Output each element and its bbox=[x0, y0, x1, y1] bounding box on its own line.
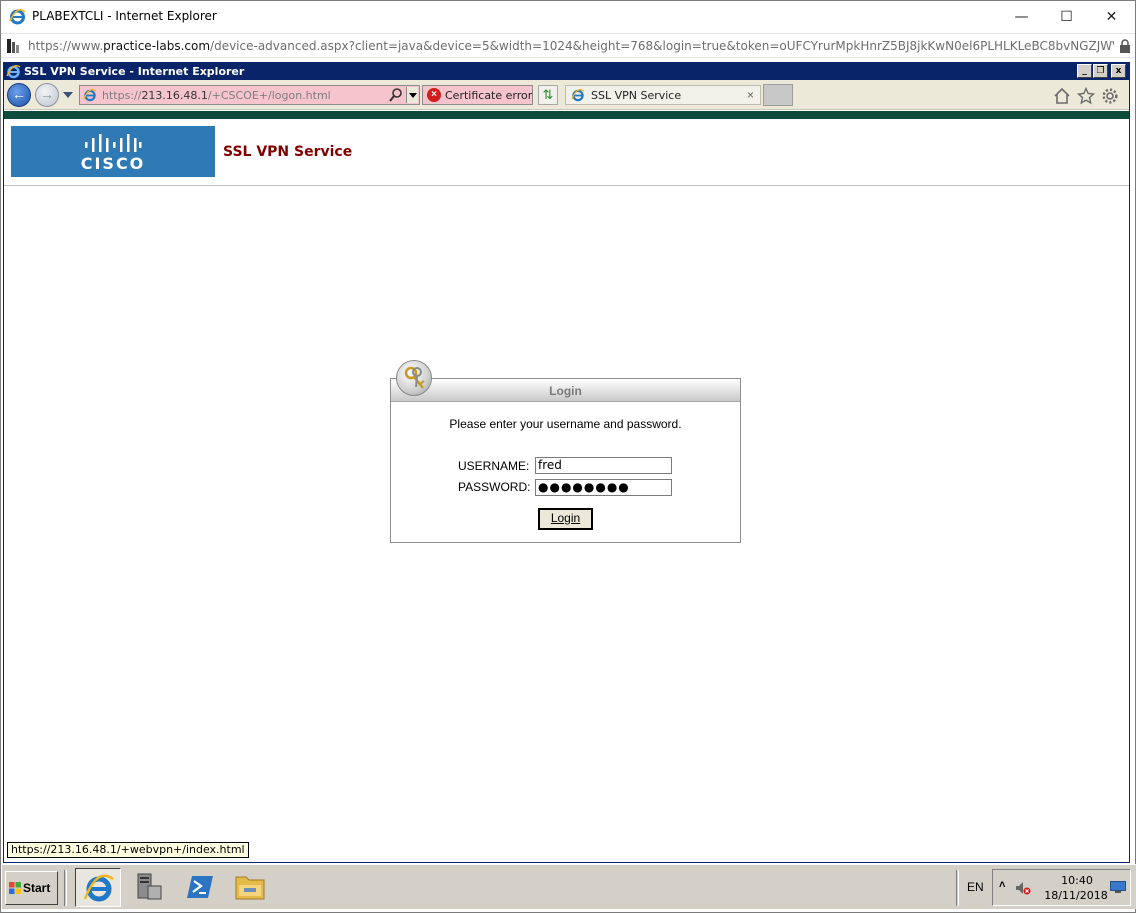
notification-area: ˄ 10:40 18/11/2018 bbox=[992, 869, 1131, 906]
maximize-button[interactable]: ☐ bbox=[1044, 1, 1089, 32]
home-icon[interactable] bbox=[1053, 87, 1071, 105]
clock-time[interactable]: 10:40 bbox=[1047, 874, 1107, 887]
address-dropdown-button[interactable] bbox=[406, 87, 418, 103]
back-button[interactable]: ← bbox=[7, 83, 31, 107]
forward-button[interactable]: → bbox=[35, 83, 59, 107]
ie-logo-icon bbox=[9, 9, 26, 25]
cisco-bars-icon bbox=[85, 134, 142, 152]
certificate-error-label: Certificate error bbox=[445, 89, 533, 102]
page-header: CISCO SSL VPN Service bbox=[4, 119, 1129, 186]
login-panel: Login Please enter your username and pas… bbox=[390, 378, 741, 543]
tray-separator bbox=[956, 870, 959, 906]
practice-labs-icon bbox=[7, 39, 19, 53]
login-button-label: Login bbox=[550, 511, 581, 525]
certificate-error-icon: × bbox=[427, 88, 441, 102]
toolbar-divider-stripe bbox=[4, 111, 1129, 119]
windows-flag-icon bbox=[9, 882, 21, 894]
internet-explorer-icon bbox=[83, 874, 114, 902]
status-bar-url: https://213.16.48.1/+webvpn+/index.html bbox=[7, 842, 249, 858]
show-hidden-icons-chevron-icon[interactable]: ˄ bbox=[999, 879, 1005, 891]
page-content: CISCO SSL VPN Service Login Please enter… bbox=[4, 119, 1129, 862]
inner-url-domain: 213.16.48.1 bbox=[141, 89, 208, 102]
clock-date[interactable]: 18/11/2018 bbox=[1041, 889, 1111, 902]
favorites-star-icon[interactable] bbox=[1077, 87, 1095, 105]
show-desktop-icon[interactable] bbox=[1110, 881, 1126, 893]
inner-minimize-button[interactable]: _ bbox=[1077, 64, 1092, 78]
ie-logo-icon bbox=[6, 64, 21, 79]
server-manager-icon bbox=[137, 873, 162, 900]
service-title: SSL VPN Service bbox=[223, 144, 353, 160]
login-panel-title: Login bbox=[549, 384, 582, 398]
recent-pages-dropdown[interactable] bbox=[63, 92, 73, 98]
inner-restore-button[interactable]: ❐ bbox=[1093, 64, 1108, 78]
close-button[interactable]: ✕ bbox=[1089, 1, 1134, 32]
login-button[interactable]: Login bbox=[538, 508, 593, 530]
tab-ie-icon bbox=[571, 89, 585, 102]
keys-icon bbox=[396, 360, 432, 396]
language-indicator[interactable]: EN bbox=[967, 880, 984, 894]
system-tray: EN ˄ 10:40 18/11/2018 bbox=[956, 869, 1132, 906]
outer-address-bar[interactable]: https://www.practice-labs.com/device-adv… bbox=[1, 33, 1135, 58]
refresh-icon: ⇅ bbox=[542, 87, 554, 102]
login-panel-header: Login bbox=[391, 379, 740, 402]
cisco-wordmark: CISCO bbox=[80, 154, 146, 173]
username-field[interactable]: fred bbox=[535, 457, 672, 474]
start-label: Start bbox=[23, 881, 51, 895]
inner-title-bar: SSL VPN Service - Internet Explorer _ ❐ … bbox=[4, 63, 1129, 80]
password-label: PASSWORD: bbox=[458, 480, 531, 494]
refresh-button[interactable]: ⇅ bbox=[538, 85, 558, 105]
start-button[interactable]: Start bbox=[5, 871, 58, 905]
powershell-icon bbox=[187, 876, 213, 898]
gear-icon[interactable] bbox=[1101, 87, 1119, 105]
inner-url-prefix: https:// bbox=[102, 89, 142, 102]
taskbar-file-explorer[interactable] bbox=[227, 868, 273, 907]
outer-url-prefix: https://www. bbox=[28, 39, 104, 53]
back-arrow-icon: ← bbox=[12, 86, 26, 102]
tab-ssl-vpn-service[interactable]: SSL VPN Service × bbox=[565, 85, 761, 105]
outer-browser-window: PLABEXTCLI - Internet Explorer — ☐ ✕ htt… bbox=[0, 0, 1136, 913]
folder-icon bbox=[235, 876, 265, 900]
outer-title-bar: PLABEXTCLI - Internet Explorer — ☐ ✕ bbox=[1, 1, 1135, 32]
password-field[interactable]: ●●●●●●●● bbox=[535, 479, 672, 496]
outer-window-title: PLABEXTCLI - Internet Explorer bbox=[32, 9, 217, 23]
new-tab-button[interactable] bbox=[763, 84, 793, 106]
login-message: Please enter your username and password. bbox=[449, 417, 682, 431]
taskbar-server-manager[interactable] bbox=[126, 868, 172, 907]
tab-close-icon[interactable]: × bbox=[747, 88, 754, 102]
taskbar-internet-explorer[interactable] bbox=[75, 868, 121, 907]
lock-icon[interactable] bbox=[1119, 39, 1131, 53]
outer-url[interactable]: https://www.practice-labs.com/device-adv… bbox=[28, 39, 1114, 53]
inner-browser-window: SSL VPN Service - Internet Explorer _ ❐ … bbox=[3, 62, 1130, 863]
outer-url-rest: /device-advanced.aspx?client=java&device… bbox=[210, 39, 1114, 53]
inner-window-title: SSL VPN Service - Internet Explorer bbox=[24, 65, 245, 78]
inner-address-bar[interactable]: https://213.16.48.1/+CSCOE+/logon.html bbox=[79, 85, 420, 105]
outer-url-domain: practice-labs.com bbox=[103, 39, 211, 53]
inner-url-path: /+CSCOE+/logon.html bbox=[207, 89, 331, 102]
page-ie-icon bbox=[83, 89, 97, 102]
username-label: USERNAME: bbox=[458, 459, 530, 473]
volume-muted-icon[interactable] bbox=[1015, 881, 1031, 895]
inner-close-button[interactable]: x bbox=[1111, 64, 1126, 78]
certificate-error-button[interactable]: × Certificate error bbox=[422, 85, 533, 105]
cisco-logo: CISCO bbox=[11, 126, 215, 177]
tab-title: SSL VPN Service bbox=[591, 89, 682, 102]
search-icon[interactable] bbox=[389, 87, 404, 103]
inner-url[interactable]: https://213.16.48.1/+CSCOE+/logon.html bbox=[102, 89, 331, 102]
taskbar-powershell[interactable] bbox=[177, 868, 223, 907]
navigation-bar: ← → https://213.16.48.1/+CSCOE+/logon.ht… bbox=[4, 80, 1129, 110]
taskbar-separator bbox=[64, 870, 67, 906]
minimize-button[interactable]: — bbox=[999, 1, 1044, 32]
forward-arrow-icon: → bbox=[40, 86, 54, 102]
taskbar: Start EN ˄ 10:40 18/11/2018 bbox=[2, 864, 1136, 909]
